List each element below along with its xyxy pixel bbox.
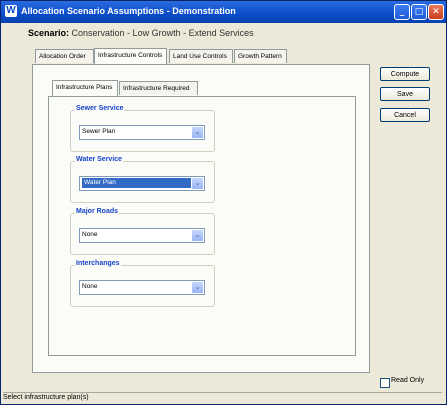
title-bar: W Allocation Scenario Assumptions - Demo… bbox=[1, 1, 446, 23]
tab-land-use-controls[interactable]: Land Use Controls bbox=[169, 49, 233, 63]
read-only-checkbox[interactable] bbox=[380, 378, 390, 388]
water-service-select[interactable]: Water Plan ⌄ bbox=[79, 176, 205, 191]
select-value: None bbox=[82, 231, 98, 238]
interchanges-select[interactable]: None ⌄ bbox=[79, 280, 205, 295]
sewer-service-group: Sewer Service Sewer Plan ⌄ bbox=[70, 105, 215, 152]
minimize-button[interactable]: _ bbox=[394, 4, 410, 20]
select-value: None bbox=[82, 283, 98, 290]
chevron-down-icon[interactable]: ⌄ bbox=[192, 282, 203, 293]
sewer-service-select[interactable]: Sewer Plan ⌄ bbox=[79, 125, 205, 140]
scenario-label: Scenario: bbox=[28, 28, 70, 38]
tab-allocation-order[interactable]: Allocation Order bbox=[35, 49, 94, 63]
group-label: Sewer Service bbox=[75, 105, 125, 112]
interchanges-group: Interchanges None ⌄ bbox=[70, 260, 215, 307]
tab-infrastructure-controls[interactable]: Infrastructure Controls bbox=[94, 48, 167, 64]
chevron-down-icon[interactable]: ⌄ bbox=[192, 178, 203, 189]
read-only-label: Read Only bbox=[391, 377, 425, 384]
select-value: Sewer Plan bbox=[82, 128, 116, 135]
tab-infrastructure-required[interactable]: Infrastructure Required bbox=[119, 81, 198, 95]
window-title: Allocation Scenario Assumptions - Demons… bbox=[21, 6, 236, 16]
group-label: Interchanges bbox=[75, 260, 121, 267]
compute-button[interactable]: Compute bbox=[380, 67, 430, 81]
major-roads-group: Major Roads None ⌄ bbox=[70, 208, 215, 255]
cancel-button[interactable]: Cancel bbox=[380, 108, 430, 122]
tab-growth-pattern[interactable]: Growth Pattern bbox=[234, 49, 287, 63]
save-button[interactable]: Save bbox=[380, 87, 430, 101]
chevron-down-icon[interactable]: ⌄ bbox=[192, 127, 203, 138]
chevron-down-icon[interactable]: ⌄ bbox=[192, 230, 203, 241]
group-label: Major Roads bbox=[75, 208, 120, 215]
scenario-header: Scenario: Conservation - Low Growth - Ex… bbox=[28, 28, 254, 38]
tab-infrastructure-plans[interactable]: Infrastructure Plans bbox=[52, 80, 118, 96]
status-bar: Select infrastructure plan(s) bbox=[3, 392, 442, 403]
scenario-name: Conservation - Low Growth - Extend Servi… bbox=[71, 28, 254, 38]
maximize-button[interactable]: □ bbox=[411, 4, 427, 20]
group-label: Water Service bbox=[75, 156, 124, 163]
select-value: Water Plan bbox=[82, 178, 191, 188]
major-roads-select[interactable]: None ⌄ bbox=[79, 228, 205, 243]
water-service-group: Water Service Water Plan ⌄ bbox=[70, 156, 215, 203]
app-icon: W bbox=[5, 5, 17, 17]
close-button[interactable]: ✕ bbox=[428, 4, 444, 20]
